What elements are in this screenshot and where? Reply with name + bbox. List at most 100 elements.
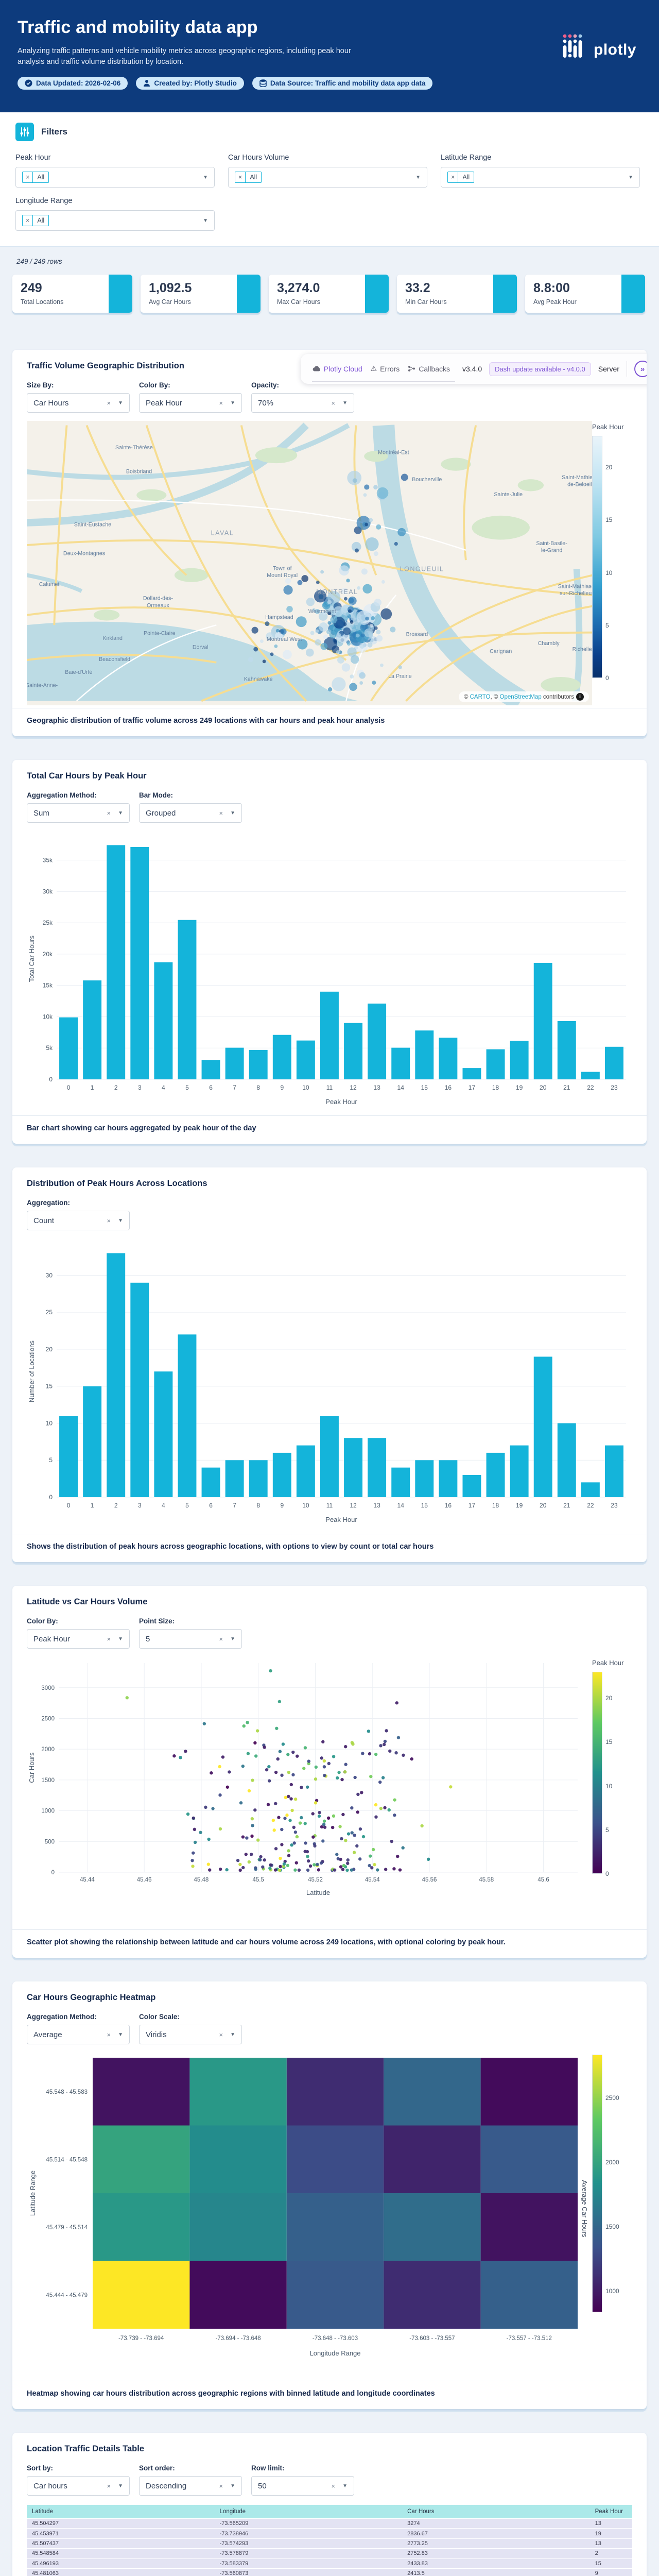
clear-icon[interactable]: × xyxy=(107,809,111,817)
chevron-down-icon[interactable]: ▼ xyxy=(628,175,633,180)
chip-remove-icon[interactable]: × xyxy=(448,172,459,182)
table-row[interactable]: 45.507437 -73.574293 2773.25 13 xyxy=(27,2538,632,2549)
clear-icon[interactable]: × xyxy=(107,1635,111,1643)
chevron-down-icon[interactable]: ▼ xyxy=(118,400,123,406)
control-dropdown[interactable]: Viridis × ▼ xyxy=(139,2025,242,2044)
bar xyxy=(178,920,197,1079)
chevron-down-icon[interactable]: ▼ xyxy=(342,2483,348,2489)
svg-text:5: 5 xyxy=(49,1456,53,1464)
svg-text:1500: 1500 xyxy=(41,1777,55,1784)
chevron-down-icon[interactable]: ▼ xyxy=(203,175,208,180)
chevron-down-icon[interactable]: ▼ xyxy=(230,2483,235,2489)
scatter-point xyxy=(322,1822,326,1826)
chevron-down-icon[interactable]: ▼ xyxy=(118,2032,123,2038)
dropdown-value: Car hours xyxy=(33,2481,67,2490)
heatmap-chart[interactable]: 45.548 - 45.583 45.514 - 45.548 45.479 - 4… xyxy=(27,2053,592,2364)
scatter-point xyxy=(269,1669,272,1673)
filter-dropdown[interactable]: × All ▼ xyxy=(441,167,640,188)
control-dropdown[interactable]: Car hours × ▼ xyxy=(27,2476,130,2496)
bar xyxy=(368,1003,387,1079)
plotly-cloud-button[interactable]: Plotly Cloud xyxy=(312,365,362,373)
scatter-point xyxy=(313,1863,316,1867)
control-dropdown[interactable]: 5 × ▼ xyxy=(139,1629,242,1649)
scatter-point xyxy=(280,1843,284,1846)
chevron-down-icon[interactable]: ▼ xyxy=(118,1218,123,1224)
clear-icon[interactable]: × xyxy=(219,2031,223,2039)
histogram-chart[interactable]: 0 5 10 15 20 25 30 0 1 2 3 4 5 6 7 8 9 10 11 12 13 14 15 16 17 18… xyxy=(27,1239,632,1530)
chevron-down-icon[interactable]: ▼ xyxy=(415,175,421,180)
bar xyxy=(225,1047,244,1079)
clear-icon[interactable]: × xyxy=(107,2482,111,2490)
map-data-point xyxy=(359,681,363,685)
clear-icon[interactable]: × xyxy=(107,399,111,407)
table-column-header[interactable]: Longitude xyxy=(214,2505,403,2519)
clear-icon[interactable]: × xyxy=(107,2031,111,2039)
chevron-down-icon[interactable]: ▼ xyxy=(118,810,123,816)
clear-icon[interactable]: × xyxy=(107,1217,111,1225)
control-dropdown[interactable]: Descending × ▼ xyxy=(139,2476,242,2496)
filter-dropdown[interactable]: × All ▼ xyxy=(15,210,215,231)
bar-chart[interactable]: 0 5k 10k 15k 20k 25k 30k 35k 0 1 2 3 4 5 6 7 8 9 10 11 12 13 1… xyxy=(27,831,632,1112)
control-dropdown[interactable]: Average × ▼ xyxy=(27,2025,130,2044)
bar xyxy=(320,1416,339,1497)
control-dropdown[interactable]: 50 × ▼ xyxy=(251,2476,354,2496)
chip-remove-icon[interactable]: × xyxy=(23,172,33,182)
chevron-down-icon[interactable]: ▼ xyxy=(118,1636,123,1642)
control-dropdown[interactable]: Peak Hour × ▼ xyxy=(139,393,242,413)
control-dropdown[interactable]: Count × ▼ xyxy=(27,1211,130,1230)
table-row[interactable]: 45.496193 -73.583379 2433.83 15 xyxy=(27,2558,632,2569)
map-data-point xyxy=(364,484,370,490)
dropdown-value: Viridis xyxy=(146,2030,167,2039)
control-dropdown[interactable]: 70% × ▼ xyxy=(251,393,354,413)
chip-remove-icon[interactable]: × xyxy=(23,215,33,226)
bar xyxy=(533,1357,552,1497)
scatter-point xyxy=(279,1856,282,1860)
geo-scatter-map[interactable]: Sainte-Thérèse Boisbriand Montréal-Est Bouc… xyxy=(27,421,592,705)
chevron-down-icon[interactable]: ▼ xyxy=(342,400,348,406)
table-row[interactable]: 45.453971 -73.738946 2836.67 19 xyxy=(27,2528,632,2539)
map-data-point xyxy=(274,644,278,648)
table-column-header[interactable]: Car Hours xyxy=(402,2505,590,2519)
colorbar-tick: 5 xyxy=(605,621,609,629)
chip-remove-icon[interactable]: × xyxy=(235,172,246,182)
control-dropdown[interactable]: Grouped × ▼ xyxy=(139,803,242,823)
chevron-down-icon[interactable]: ▼ xyxy=(230,400,235,406)
chevron-down-icon[interactable]: ▼ xyxy=(230,810,235,816)
filter-dropdown[interactable]: × All ▼ xyxy=(228,167,427,188)
table-row[interactable]: 45.481063 -73.560873 2413.5 9 xyxy=(27,2568,632,2576)
map-city-label: Sainte-Julie xyxy=(494,492,523,498)
openstreetmap-link[interactable]: OpenStreetMap xyxy=(500,694,542,700)
card-table: Location Traffic Details Table Sort by: C… xyxy=(12,2433,647,2576)
carto-link[interactable]: CARTO xyxy=(470,694,491,700)
table-column-header[interactable]: Latitude xyxy=(27,2505,215,2519)
map-data-point xyxy=(359,642,365,649)
control-dropdown[interactable]: Peak Hour × ▼ xyxy=(27,1629,130,1649)
clear-icon[interactable]: × xyxy=(219,2482,223,2490)
clear-icon[interactable]: × xyxy=(219,809,223,817)
scatter-chart[interactable]: 45.44 45.46 45.48 45.5 45.52 45.54 45.56 45.58 4… xyxy=(27,1657,592,1902)
callbacks-button[interactable]: Callbacks xyxy=(408,365,450,373)
clear-icon[interactable]: × xyxy=(332,2482,336,2490)
control-dropdown[interactable]: Car Hours × ▼ xyxy=(27,393,130,413)
chevron-down-icon[interactable]: ▼ xyxy=(118,2483,123,2489)
chevron-down-icon[interactable]: ▼ xyxy=(230,2032,235,2038)
plotly-logo-text: plotly xyxy=(594,41,636,58)
filter-dropdown[interactable]: × All ▼ xyxy=(15,167,215,188)
chevron-down-icon[interactable]: ▼ xyxy=(203,218,208,224)
info-icon[interactable]: i xyxy=(576,693,584,701)
clear-icon[interactable]: × xyxy=(332,399,336,407)
clear-icon[interactable]: × xyxy=(219,1635,223,1643)
control-dropdown[interactable]: Sum × ▼ xyxy=(27,803,130,823)
table-row[interactable]: 45.548584 -73.578879 2752.83 2 xyxy=(27,2548,632,2558)
chevron-down-icon[interactable]: ▼ xyxy=(230,1636,235,1642)
dash-update-badge[interactable]: Dash update available - v4.0.0 xyxy=(489,362,591,376)
location-details-table[interactable]: Latitude Longitude Car Hours Peak Hour 45.5… xyxy=(27,2505,632,2576)
stat-accent-bar xyxy=(237,275,261,313)
stat-value: 3,274.0 xyxy=(277,281,320,295)
table-row[interactable]: 45.504297 -73.565209 3274 13 xyxy=(27,2518,632,2529)
toolbar-collapse-button[interactable]: » xyxy=(634,361,647,377)
clear-icon[interactable]: × xyxy=(219,399,223,407)
errors-button[interactable]: ⚠ Errors xyxy=(371,364,400,373)
svg-text:Peak Hour: Peak Hour xyxy=(325,1098,357,1106)
table-column-header[interactable]: Peak Hour xyxy=(589,2505,632,2519)
